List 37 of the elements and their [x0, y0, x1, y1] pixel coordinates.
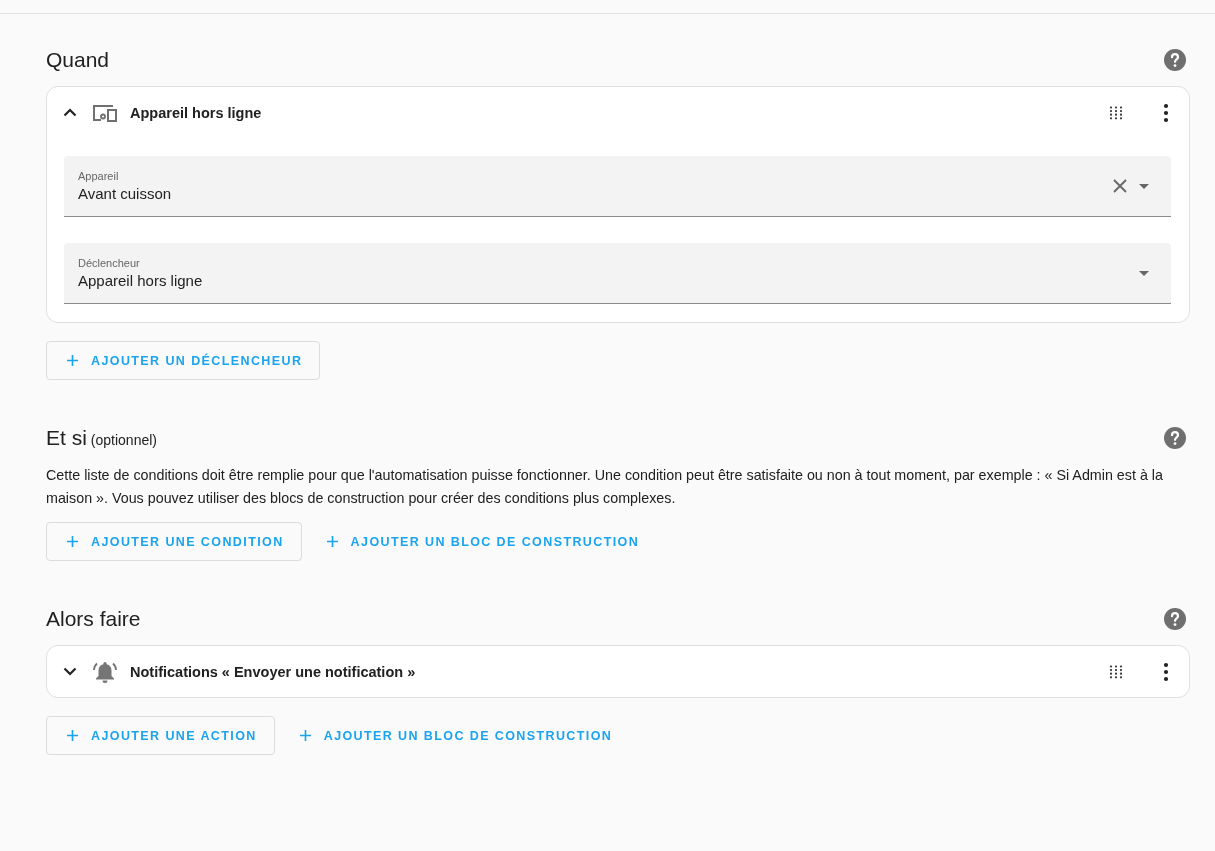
- chevron-icon[interactable]: [63, 667, 77, 676]
- help-icon[interactable]: [1163, 426, 1187, 450]
- plus-icon: [326, 536, 338, 547]
- add-button[interactable]: AJOUTER UNE CONDITION: [46, 522, 302, 561]
- drag-handle-icon[interactable]: [1109, 664, 1123, 679]
- select-field[interactable]: Déclencheur Appareil hors ligne: [64, 243, 1171, 304]
- more-icon[interactable]: [1163, 661, 1169, 682]
- plus-icon: [67, 730, 78, 741]
- section-description: Cette liste de conditions doit être remplie pour que l'automatisation puisse fonctionner. Une condition peut être satisfaite ou non à tout moment, par exemple : « Si Admin est à la maison ». Vous pouvez utiliser des blocs de construction pour créer des conditions plus complexes.: [46, 466, 1164, 508]
- field-value: Appareil hors ligne: [78, 272, 204, 289]
- select-field[interactable]: Appareil Avant cuisson: [64, 156, 1171, 217]
- dropdown-caret-icon[interactable]: [1139, 183, 1149, 189]
- field-label: Déclencheur: [78, 257, 141, 269]
- clear-icon[interactable]: [1113, 179, 1127, 193]
- help-icon[interactable]: [1163, 48, 1187, 72]
- bell-icon: [92, 659, 118, 684]
- drag-handle-icon[interactable]: [1109, 105, 1123, 120]
- add-button[interactable]: AJOUTER UN DÉCLENCHEUR: [46, 341, 321, 380]
- optional-note: (optionnel): [90, 432, 157, 448]
- section-title: Quand: [46, 48, 110, 71]
- add-button[interactable]: AJOUTER UN BLOC DE CONSTRUCTION: [305, 522, 658, 561]
- section-title: Alors faire: [46, 607, 141, 630]
- field-label: Appareil: [78, 170, 120, 182]
- add-button[interactable]: AJOUTER UN BLOC DE CONSTRUCTION: [278, 716, 631, 755]
- more-icon[interactable]: [1163, 102, 1169, 123]
- dropdown-caret-icon[interactable]: [1139, 270, 1149, 276]
- plus-icon: [67, 536, 78, 547]
- chevron-icon[interactable]: [63, 108, 77, 117]
- devices-icon: [92, 103, 118, 122]
- plus-icon: [67, 355, 78, 366]
- card-title: Appareil hors ligne: [130, 104, 263, 121]
- card-title: Notifications « Envoyer une notification »: [130, 663, 417, 680]
- help-icon[interactable]: [1163, 607, 1187, 631]
- plus-icon: [299, 730, 311, 741]
- section-title: Et si: [46, 426, 87, 449]
- field-value: Avant cuisson: [78, 185, 173, 202]
- add-button[interactable]: AJOUTER UNE ACTION: [46, 716, 275, 755]
